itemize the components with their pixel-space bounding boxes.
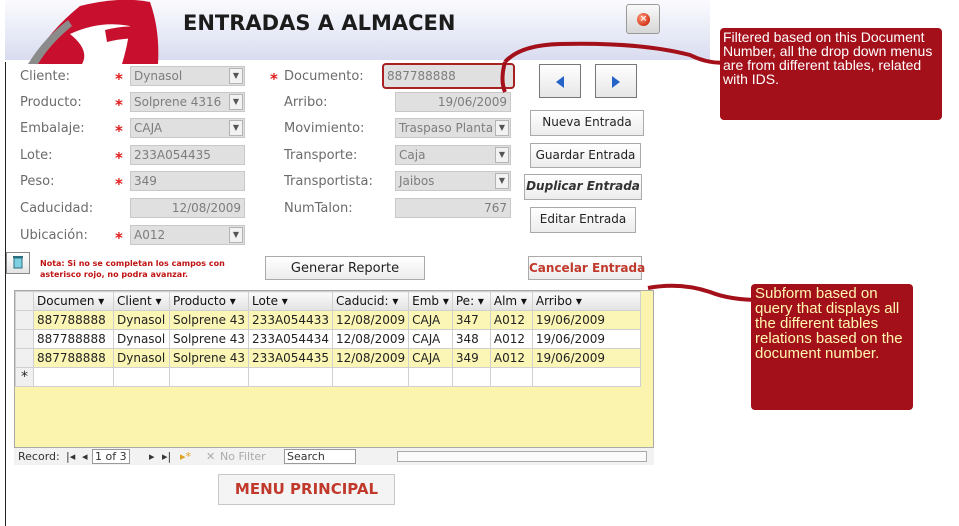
stage: ENTRADAS A ALMACEN × Cliente: * Dynasol ▼… bbox=[0, 0, 959, 526]
annotation-subform: Subform based on query that displays all… bbox=[751, 284, 913, 410]
annotation-document-filter: Filtered based on this Document Number, … bbox=[720, 28, 942, 120]
